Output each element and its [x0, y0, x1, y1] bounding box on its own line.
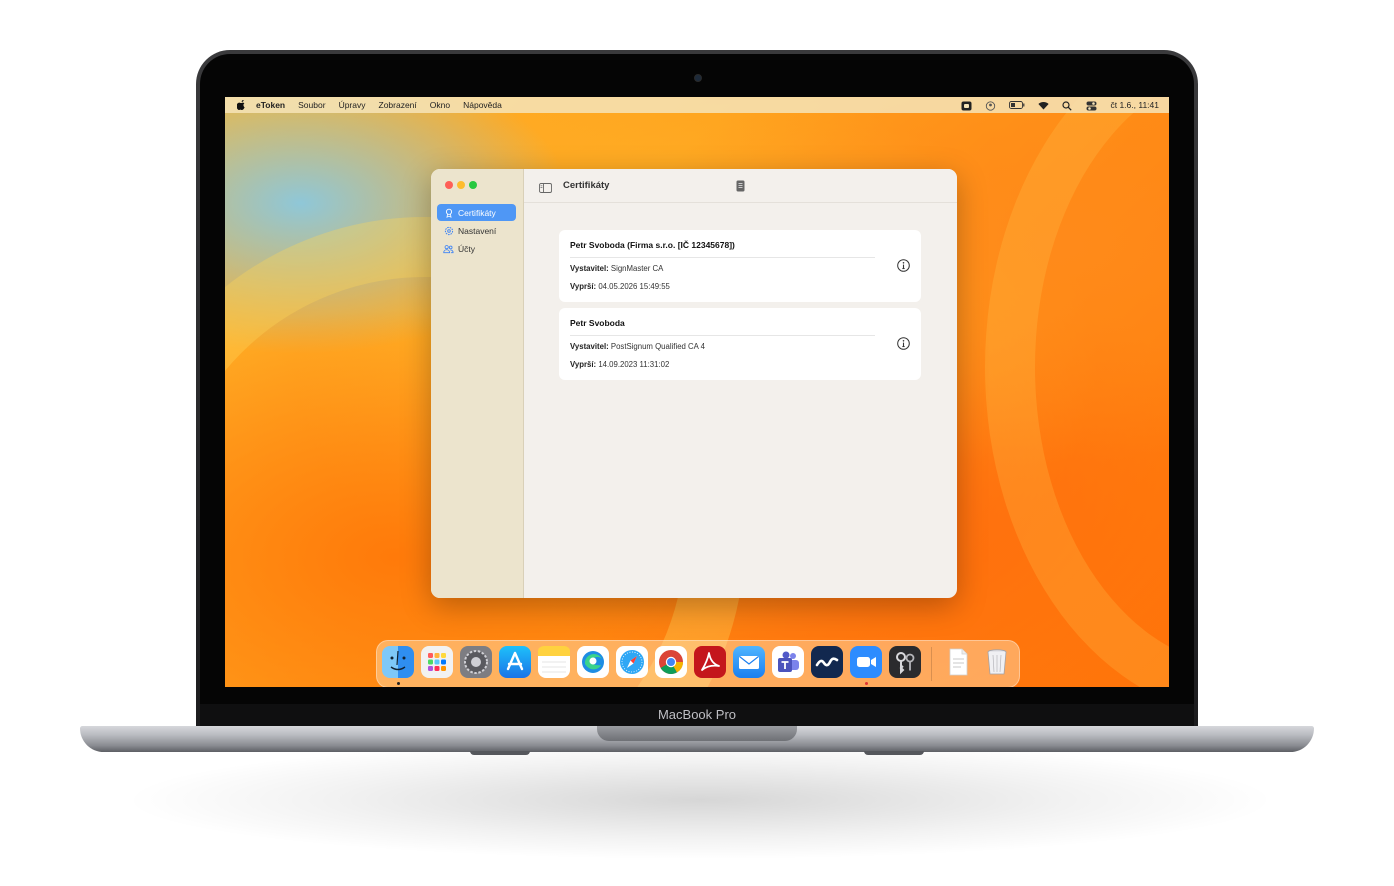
divider [570, 335, 875, 336]
document-icon[interactable] [942, 646, 974, 678]
sidebar-item-ucty[interactable]: Účty [437, 240, 516, 257]
wifi-icon[interactable] [1038, 101, 1050, 110]
zoom-icon[interactable] [850, 646, 882, 678]
battery-icon[interactable] [1009, 100, 1025, 110]
chrome-icon[interactable] [655, 646, 687, 678]
running-indicator [397, 682, 400, 685]
window-title: Certifikáty [563, 180, 610, 191]
dock [376, 640, 1020, 687]
info-icon[interactable] [897, 337, 910, 350]
user-icon[interactable] [985, 100, 996, 111]
etoken-icon[interactable] [811, 646, 843, 678]
issuer-value: SignMaster CA [610, 264, 664, 273]
menu-bar: eToken Soubor Úpravy Zobrazení Okno Nápo… [225, 97, 1169, 113]
finder-icon[interactable] [382, 646, 414, 678]
certificate-icon [443, 207, 454, 218]
sidebar-item-certifikaty[interactable]: Certifikáty [437, 204, 516, 221]
menu-clock[interactable]: čt 1.6., 11:41 [1110, 100, 1159, 110]
window-toolbar: Certifikáty [524, 169, 957, 203]
device-brand-label: MacBook Pro [657, 707, 737, 722]
edge-icon[interactable] [577, 646, 609, 678]
minimize-window-button[interactable] [457, 181, 465, 189]
laptop-foot [470, 751, 530, 755]
laptop-foot [864, 751, 924, 755]
zoom-window-button[interactable] [469, 181, 477, 189]
close-window-button[interactable] [445, 181, 453, 189]
expires-value: 04.05.2026 15:49:55 [598, 282, 670, 291]
control-center-icon[interactable] [1086, 101, 1097, 110]
certificate-expiry-row: Vyprší: 04.05.2026 15:49:55 [570, 282, 670, 291]
sidebar-item-label: Nastavení [458, 225, 497, 236]
menu-upravy[interactable]: Úpravy [339, 100, 366, 110]
menu-bar-status: čt 1.6., 11:41 [961, 97, 1159, 113]
desktop-screen: eToken Soubor Úpravy Zobrazení Okno Nápo… [225, 97, 1169, 687]
certificate-name: Petr Svoboda (Firma s.r.o. [IČ 12345678]… [570, 240, 735, 250]
dock-separator [931, 647, 932, 681]
sidebar: Certifikáty Nastavení Účty [431, 169, 524, 598]
certificate-issuer-row: Vystavitel: PostSignum Qualified CA 4 [570, 342, 705, 351]
acrobat-icon[interactable] [694, 646, 726, 678]
search-icon[interactable] [1062, 100, 1073, 111]
sidebar-item-label: Účty [458, 243, 475, 254]
certificate-issuer-row: Vystavitel: SignMaster CA [570, 264, 663, 273]
certificate-card[interactable]: Petr Svoboda Vystavitel: PostSignum Qual… [559, 308, 921, 380]
certificate-name: Petr Svoboda [570, 318, 625, 328]
notes-icon[interactable] [538, 646, 570, 678]
safari-icon[interactable] [616, 646, 648, 678]
camera-icon [694, 74, 702, 82]
info-icon[interactable] [897, 259, 910, 272]
trash-icon[interactable] [981, 646, 1013, 678]
issuer-value: PostSignum Qualified CA 4 [610, 342, 705, 351]
apple-logo-icon[interactable] [236, 99, 246, 110]
issuer-label: Vystavitel: [570, 342, 609, 351]
toggle-sidebar-icon[interactable] [539, 180, 552, 193]
users-icon [443, 243, 454, 254]
sidebar-item-label: Certifikáty [458, 207, 496, 218]
mail-icon[interactable] [733, 646, 765, 678]
keychain-icon[interactable] [889, 646, 921, 678]
sidebar-item-nastaveni[interactable]: Nastavení [437, 222, 516, 239]
launchpad-icon[interactable] [421, 646, 453, 678]
expires-label: Vyprší: [570, 360, 597, 369]
certificate-expiry-row: Vyprší: 14.09.2023 11:31:02 [570, 360, 669, 369]
token-device-icon[interactable] [736, 179, 745, 192]
wallpaper-swoosh [985, 97, 1169, 687]
issuer-label: Vystavitel: [570, 264, 609, 273]
system-settings-icon[interactable] [460, 646, 492, 678]
certificate-card[interactable]: Petr Svoboda (Firma s.r.o. [IČ 12345678]… [559, 230, 921, 302]
expires-label: Vyprší: [570, 282, 597, 291]
menu-zobrazeni[interactable]: Zobrazení [379, 100, 417, 110]
app-status-icon[interactable] [961, 101, 972, 110]
expires-value: 14.09.2023 11:31:02 [598, 360, 670, 369]
running-indicator [865, 682, 868, 685]
app-store-icon[interactable] [499, 646, 531, 678]
laptop-hinge-notch [597, 726, 797, 741]
menu-app-name[interactable]: eToken [256, 100, 285, 110]
menu-okno[interactable]: Okno [430, 100, 450, 110]
divider [570, 257, 875, 258]
teams-icon[interactable] [772, 646, 804, 678]
menu-soubor[interactable]: Soubor [298, 100, 325, 110]
gear-icon [443, 225, 454, 236]
device-shadow [120, 740, 1280, 860]
etoken-window: Certifikáty Nastavení Účty Certifikáty P… [431, 169, 957, 598]
menu-napoveda[interactable]: Nápověda [463, 100, 502, 110]
